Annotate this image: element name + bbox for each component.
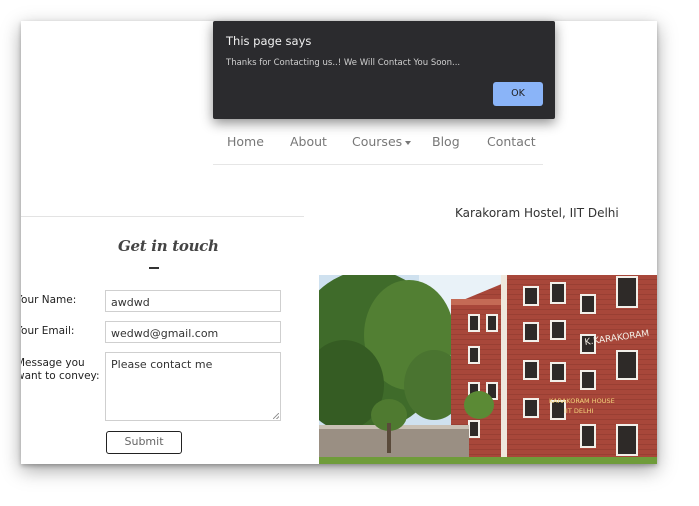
message-label-line2: want to convey: [21,370,100,382]
alert-dialog: This page says Thanks for Contacting us.… [213,21,555,119]
plaque-text-1: KARAKORAM HOUSE [549,397,615,405]
hostel-photo: K.KARAKORAM KARAKORAM HOUSE IIT DELHI [319,275,657,464]
form-heading: Get in touch [118,237,219,255]
email-input[interactable]: wedwd@gmail.com [105,321,281,343]
message-label: Message you want to convey: [21,357,100,383]
nav-courses[interactable]: Courses [352,134,412,149]
ok-button[interactable]: OK [493,82,543,106]
hostel-photo-image: K.KARAKORAM KARAKORAM HOUSE IIT DELHI [319,275,657,464]
nav-about[interactable]: About [290,134,327,149]
message-text: Please contact me [111,358,213,371]
hostel-caption: Karakoram Hostel, IIT Delhi [455,206,619,220]
main-nav: Home About Courses Blog Contact [213,120,543,165]
nav-home[interactable]: Home [227,134,264,149]
heading-underline [149,267,159,269]
nav-courses-label: Courses [352,134,403,149]
dialog-title: This page says [226,34,312,48]
nav-contact[interactable]: Contact [487,134,536,149]
resize-handle-icon[interactable] [273,413,279,419]
message-textarea[interactable]: Please contact me [105,352,281,421]
dialog-message: Thanks for Contacting us..! We Will Cont… [226,58,461,68]
message-label-line1: Message you [21,357,85,369]
name-label: Your Name: [21,294,77,306]
email-label: Your Email: [21,325,75,337]
section-divider [21,216,304,217]
caret-down-icon [405,140,412,145]
submit-button[interactable]: Submit [106,431,182,454]
plaque-text-2: IIT DELHI [564,407,593,415]
name-input[interactable]: awdwd [105,290,281,312]
nav-blog[interactable]: Blog [432,134,460,149]
